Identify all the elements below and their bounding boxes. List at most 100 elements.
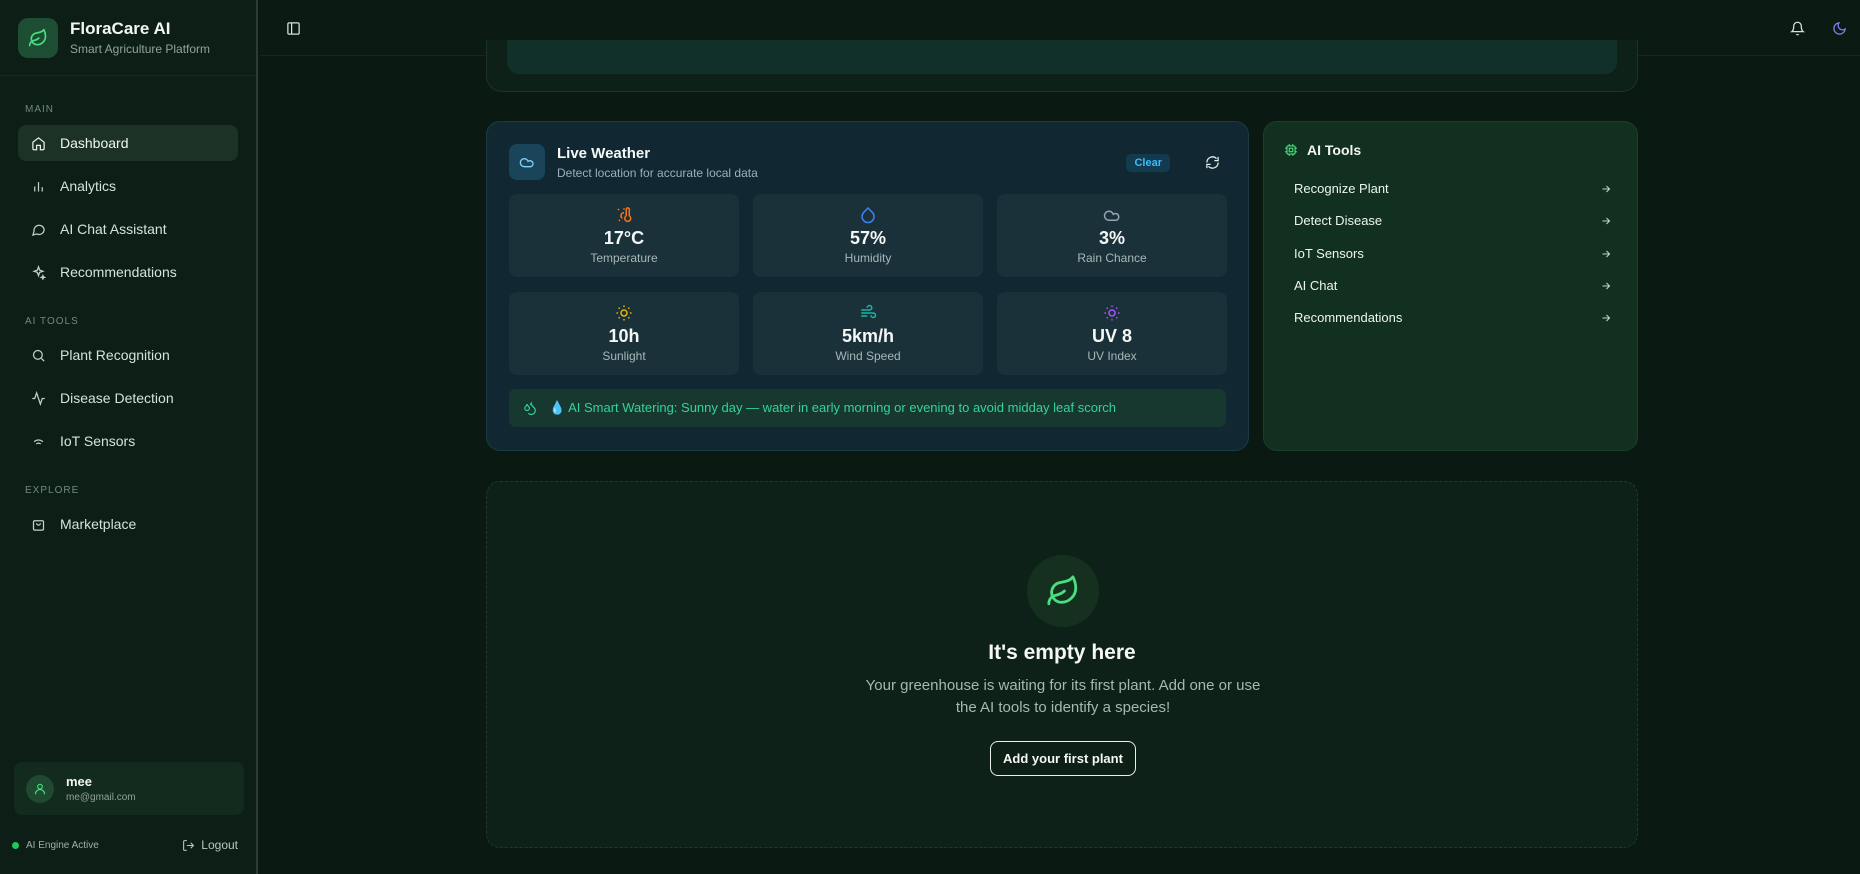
sidebar-toggle-icon[interactable] [283, 18, 303, 38]
sidebar-item-marketplace[interactable]: Marketplace [18, 506, 238, 542]
refresh-icon[interactable] [1202, 152, 1222, 172]
empty-state-title: It's empty here [988, 641, 1136, 664]
engine-status-label: AI Engine Active [26, 839, 99, 851]
tool-recognize-plant[interactable]: Recognize Plant [1294, 181, 1612, 196]
arrow-right-icon [1602, 250, 1611, 257]
sidebar-item-label: Dashboard [60, 135, 129, 151]
tool-label: Recognize Plant [1294, 181, 1389, 196]
tool-label: Detect Disease [1294, 213, 1383, 228]
stat-rain-chance: 3% Rain Chance [997, 194, 1227, 277]
activity-icon [30, 390, 46, 406]
stat-humidity: 57% Humidity [753, 194, 983, 277]
stat-label: UV Index [1087, 349, 1137, 363]
smart-watering-tip: 💧 AI Smart Watering: Sunny day — water i… [509, 389, 1226, 427]
stat-value: 57% [849, 228, 887, 248]
avatar [26, 774, 54, 803]
weather-subtitle[interactable]: Detect location for accurate local data [557, 166, 758, 180]
add-first-plant-button[interactable]: Add your first plant [990, 741, 1136, 776]
search-icon [30, 347, 46, 363]
sidebar-item-label: Disease Detection [60, 390, 174, 406]
stat-uv-index: UV 8 UV Index [997, 292, 1227, 375]
ai-tools-title: AI Tools [1307, 142, 1362, 158]
sidebar-item-analytics[interactable]: Analytics [18, 168, 238, 204]
status-dot [12, 841, 19, 849]
stat-label: Rain Chance [1077, 251, 1147, 265]
logout-icon [183, 839, 195, 851]
logout-button[interactable]: Logout [182, 838, 238, 852]
sidebar-item-label: IoT Sensors [60, 433, 136, 449]
stat-value: 10h [608, 326, 640, 346]
sidebar-item-disease-detection[interactable]: Disease Detection [18, 380, 238, 416]
stat-sunlight: 10h Sunlight [509, 292, 739, 375]
home-icon [30, 135, 46, 151]
sidebar-item-label: Analytics [60, 178, 117, 194]
user-email: me@gmail.com [66, 792, 136, 803]
smart-watering-text: 💧 AI Smart Watering: Sunny day — water i… [549, 400, 1117, 415]
ai-tools-header: AI Tools [1284, 142, 1361, 158]
stat-label: Wind Speed [835, 349, 901, 363]
sidebar-item-iot-sensors[interactable]: IoT Sensors [18, 423, 238, 459]
moon-icon[interactable] [1829, 18, 1849, 38]
stat-value: 17°C [603, 228, 645, 248]
live-weather-card: Live Weather Detect location for accurat… [486, 121, 1249, 451]
cloud-icon [509, 144, 545, 180]
tool-iot-sensors[interactable]: IoT Sensors [1294, 246, 1612, 261]
wind-icon [861, 304, 877, 319]
bar-chart-icon [30, 178, 46, 194]
tool-label: IoT Sensors [1294, 246, 1364, 261]
tool-detect-disease[interactable]: Detect Disease [1294, 213, 1612, 228]
wifi-icon [30, 433, 46, 449]
sidebar-item-dashboard[interactable]: Dashboard [18, 125, 238, 161]
sun-icon [616, 305, 632, 321]
droplet-icon [861, 206, 875, 224]
stat-label: Humidity [844, 251, 892, 265]
weather-condition-badge: Clear [1126, 154, 1170, 172]
section-label-explore: EXPLORE [25, 485, 80, 496]
cpu-icon [1285, 144, 1297, 156]
tool-recommendations[interactable]: Recommendations [1294, 310, 1612, 325]
user-card[interactable]: mee me@gmail.com [14, 762, 244, 815]
stat-value: UV 8 [1091, 326, 1133, 346]
uv-sun-icon [1104, 305, 1120, 321]
sidebar-item-label: AI Chat Assistant [60, 221, 167, 237]
chat-bubble-icon [30, 221, 46, 237]
sidebar-item-label: Marketplace [60, 516, 137, 532]
arrow-right-icon [1602, 282, 1611, 289]
stat-value: 5km/h [841, 326, 895, 346]
sidebar-footer: AI Engine Active Logout [12, 838, 238, 852]
stat-value: 3% [1098, 228, 1125, 248]
previous-card-bottom [486, 40, 1638, 92]
sidebar-item-label: Recommendations [60, 264, 177, 280]
cloud-icon [1103, 210, 1120, 221]
stat-label: Sunlight [602, 349, 646, 363]
sidebar: FloraCare AI Smart Agriculture Platform … [0, 0, 258, 874]
tool-label: AI Chat [1294, 278, 1338, 293]
brand-subtitle: Smart Agriculture Platform [70, 42, 211, 56]
stat-wind-speed: 5km/h Wind Speed [753, 292, 983, 375]
weather-header: Live Weather Detect location for accurat… [509, 144, 1226, 180]
empty-state-card: It's empty here Your greenhouse is waiti… [486, 481, 1638, 848]
logout-label: Logout [201, 838, 238, 852]
stat-temperature: 17°C Temperature [509, 194, 739, 277]
user-name: mee [66, 774, 93, 789]
previous-card-inner [507, 40, 1617, 74]
empty-state-text: Your greenhouse is waiting for its first… [865, 677, 1261, 716]
stat-label: Temperature [590, 251, 658, 265]
weather-title: Live Weather [557, 144, 651, 162]
leaf-icon [1027, 555, 1099, 627]
brand[interactable]: FloraCare AI Smart Agriculture Platform [0, 0, 256, 76]
bell-icon[interactable] [1787, 18, 1807, 38]
droplets-icon [524, 401, 536, 415]
tool-ai-chat[interactable]: AI Chat [1294, 278, 1612, 293]
arrow-right-icon [1602, 185, 1611, 192]
shopping-bag-icon [30, 516, 46, 532]
brand-title: FloraCare AI [70, 19, 171, 38]
sparkles-icon [30, 264, 46, 280]
section-label-ai-tools: AI TOOLS [25, 316, 79, 327]
sidebar-item-ai-chat[interactable]: AI Chat Assistant [18, 211, 238, 247]
sidebar-item-plant-recognition[interactable]: Plant Recognition [18, 337, 238, 373]
leaf-logo-icon [18, 17, 58, 58]
sidebar-item-recommendations[interactable]: Recommendations [18, 254, 238, 290]
ai-tools-card: AI Tools Recognize Plant Detect Disease … [1263, 121, 1638, 451]
arrow-right-icon [1602, 217, 1611, 224]
